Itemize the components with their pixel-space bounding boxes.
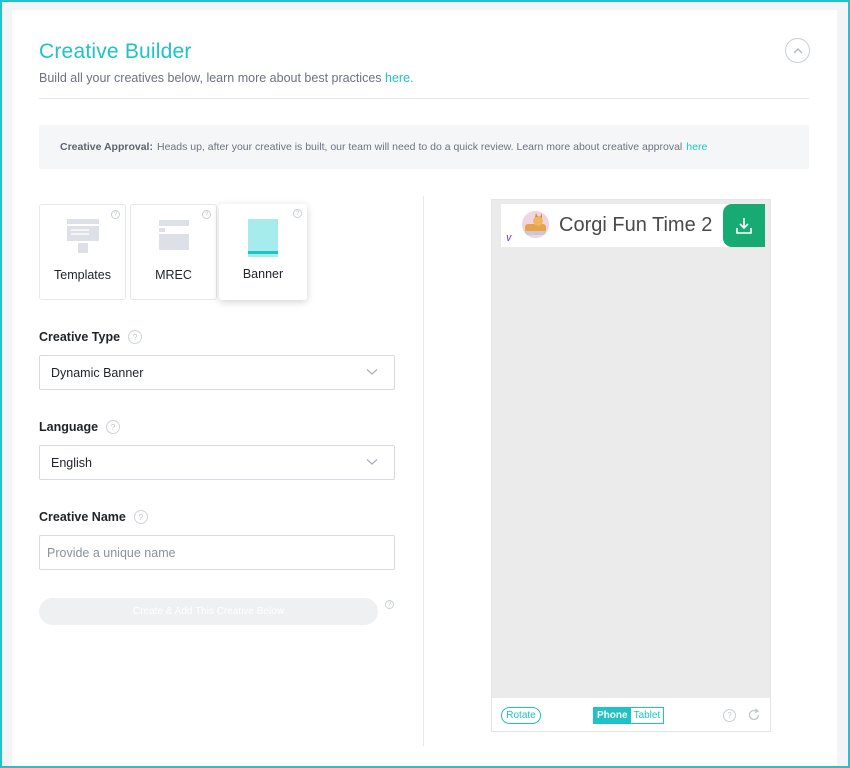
tile-label: MREC [155, 268, 192, 282]
ad-network-mark: V [506, 234, 512, 243]
creative-name-label: Creative Name ? [39, 510, 148, 524]
creative-type-select[interactable]: Dynamic Banner [39, 355, 395, 390]
help-icon[interactable]: ? [202, 210, 211, 219]
banner-ad-preview[interactable]: Corgi Fun Time 2 V [501, 204, 765, 247]
creative-type-label-text: Creative Type [39, 330, 121, 344]
rotate-button[interactable]: Rotate [501, 707, 541, 724]
app-title: Corgi Fun Time 2 [559, 214, 713, 236]
tile-label: Banner [242, 267, 284, 281]
mrec-layout-icon [159, 220, 189, 250]
help-icon[interactable]: ? [723, 709, 736, 722]
download-button[interactable] [723, 204, 765, 247]
preview-screen: Corgi Fun Time 2 V [492, 200, 770, 698]
notice-label: Creative Approval: [60, 141, 153, 153]
notice-text: Heads up, after your creative is built, … [156, 141, 683, 153]
page-subtitle: Build all your creatives below, learn mo… [39, 71, 414, 85]
help-icon[interactable]: ? [128, 330, 143, 344]
app-icon [522, 211, 549, 238]
language-value: English [51, 455, 92, 470]
language-label-text: Language [39, 420, 99, 434]
tile-templates[interactable]: ? Templates [39, 204, 126, 300]
creative-builder-card: Creative Builder Build all your creative… [12, 10, 837, 766]
download-icon [736, 217, 752, 234]
column-divider [423, 196, 424, 746]
chevron-down-icon [366, 459, 378, 465]
best-practices-link[interactable]: here. [385, 71, 414, 85]
template-layout-icon [67, 219, 99, 253]
device-preview: Corgi Fun Time 2 V Rotate Phone Tablet ? [491, 199, 771, 732]
creative-type-value: Dynamic Banner [51, 365, 144, 380]
tile-banner[interactable]: ? Banner [219, 204, 307, 300]
tile-label: Templates [54, 268, 111, 282]
help-icon[interactable]: ? [385, 600, 394, 609]
device-option-phone[interactable]: Phone [594, 708, 631, 723]
banner-layout-icon [248, 219, 278, 257]
approval-link[interactable]: here [686, 141, 707, 153]
help-icon[interactable]: ? [106, 420, 121, 434]
help-icon[interactable]: ? [293, 209, 302, 218]
chevron-down-icon [366, 369, 378, 375]
corgi-app-icon [522, 211, 549, 238]
preview-controls: Rotate Phone Tablet ? [492, 698, 770, 732]
approval-notice: Creative Approval: Heads up, after your … [39, 125, 809, 169]
creative-name-input[interactable] [39, 535, 395, 570]
language-select[interactable]: English [39, 445, 395, 480]
page-title: Creative Builder [39, 40, 192, 63]
device-toggle: Phone Tablet [593, 707, 665, 724]
creative-name-label-text: Creative Name [39, 510, 126, 524]
help-icon[interactable]: ? [111, 210, 120, 219]
refresh-icon[interactable] [747, 708, 761, 722]
header-divider [39, 98, 809, 99]
creative-type-label: Creative Type ? [39, 330, 143, 344]
language-label: Language ? [39, 420, 121, 434]
help-icon[interactable]: ? [133, 510, 148, 524]
subtitle-text: Build all your creatives below, learn mo… [39, 71, 382, 85]
device-option-tablet[interactable]: Tablet [630, 708, 664, 723]
create-creative-button[interactable]: Create & Add This Creative Below [39, 598, 378, 625]
collapse-button[interactable] [785, 38, 810, 63]
chevron-up-icon [793, 48, 802, 54]
tile-mrec[interactable]: ? MREC [130, 204, 217, 300]
